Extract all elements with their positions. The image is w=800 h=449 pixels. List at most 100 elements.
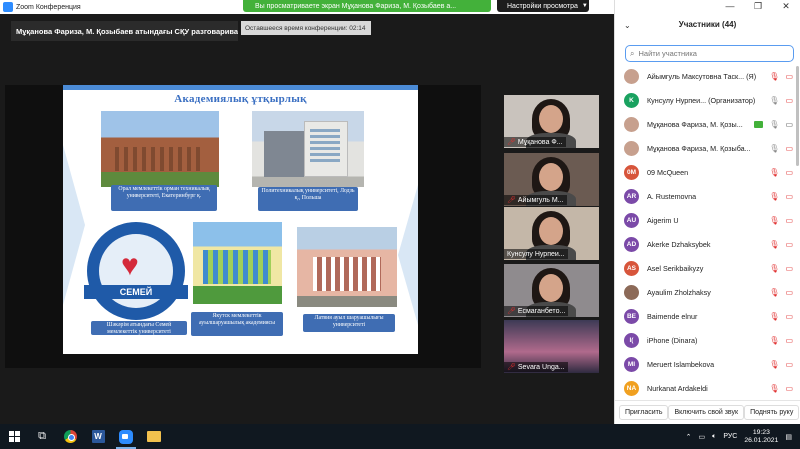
raise-hand-button[interactable]: Поднять руку: [744, 405, 800, 420]
participant-row[interactable]: MI Meruert Islambekova 🎙︎ ▭: [615, 352, 800, 376]
chrome-taskbar-button[interactable]: [56, 424, 84, 449]
participant-row[interactable]: AS Asel Serikbaikyzy 🎙︎ ▭: [615, 256, 800, 280]
thumbnail-name: 🎤︎ Есмаганбето...: [504, 306, 569, 316]
slide-caption: Латвия ауыл шаруашылығы университеті: [303, 314, 395, 332]
active-speaker-label: Мұқанова Фариза, М. Қозыбаев атындағы СҚ…: [11, 21, 238, 41]
video-thumbnail[interactable]: 🎤︎ Айымгуль М...: [504, 153, 599, 206]
maximize-icon[interactable]: ❐: [744, 0, 772, 14]
unmute-button[interactable]: Включить свой звук: [668, 405, 745, 420]
participant-row[interactable]: AD Akerke Dzhaksybek 🎙︎ ▭: [615, 232, 800, 256]
taskbar: ⧉ W ⌃ ▭ 🔈︎ РУС 19:23 26.01.2021 ▤: [0, 424, 800, 449]
participant-name: Aigerim U: [647, 215, 679, 225]
close-icon[interactable]: ✕: [772, 0, 800, 14]
participant-row[interactable]: 0M 09 McQueen 🎙︎ ▭: [615, 160, 800, 184]
participant-name: iPhone (Dinara): [647, 335, 698, 345]
participant-row[interactable]: Мұқанова Фариза, М. Қозы... 🎙︎ ▭: [615, 112, 800, 136]
mic-muted-icon: 🎤︎: [507, 308, 516, 315]
clock[interactable]: 19:23 26.01.2021: [744, 429, 778, 445]
participant-name: 09 McQueen: [647, 167, 689, 177]
camera-off-icon: ▭: [785, 311, 793, 321]
word-icon: W: [91, 430, 105, 443]
view-options-button[interactable]: Настройки просмотра ▼: [497, 0, 589, 12]
volume-icon[interactable]: 🔈︎: [712, 433, 716, 441]
university-photo: [297, 227, 397, 307]
mic-muted-icon: 🎙︎: [769, 239, 780, 249]
avatar: [624, 68, 639, 84]
view-options-label: Настройки просмотра: [507, 2, 578, 10]
video-thumbnail[interactable]: Кунсулу Нурпеи...: [504, 207, 599, 260]
avatar: AU: [624, 212, 639, 228]
participant-name: Айымгуль Максутовна Таск... (Я): [647, 71, 757, 81]
participant-row[interactable]: Мұқанова Фариза, М. Қозыба... 🎙︎ ▭: [615, 136, 800, 160]
participant-name: Asel Serikbaikyzy: [647, 263, 704, 273]
chevron-up-icon[interactable]: ⌃: [686, 433, 692, 441]
participant-row[interactable]: BE Baimende elnur 🎙︎ ▭: [615, 304, 800, 328]
mic-muted-icon: 🎙︎: [769, 335, 780, 345]
task-view-button[interactable]: ⧉: [28, 424, 56, 449]
notifications-icon[interactable]: ▤: [785, 433, 792, 441]
avatar: [624, 116, 639, 132]
zoom-taskbar-button[interactable]: [112, 424, 140, 449]
participant-row[interactable]: Ayaulim Zholzhaksy 🎙︎ ▭: [615, 280, 800, 304]
participant-row[interactable]: I(iPhone (Dinara) 🎙︎ ▭: [615, 328, 800, 352]
university-photo: [252, 111, 364, 187]
avatar: AR: [624, 188, 639, 204]
thumbnail-name: 🎤︎ Мұқанова Ф...: [504, 137, 566, 147]
slide-caption: Орал мемлекеттік орман техникалық универ…: [111, 185, 217, 211]
search-input[interactable]: [638, 49, 779, 58]
slide-caption: Политехникалық университеті, Лодзь қ., П…: [258, 187, 358, 211]
system-tray: ⌃ ▭ 🔈︎ РУС 19:23 26.01.2021 ▤: [686, 424, 792, 449]
mic-icon: 🎙︎: [769, 95, 780, 105]
avatar: MI: [624, 356, 639, 372]
window-title: Zoom Конференция: [16, 3, 81, 11]
screen-share-banner: Вы просматриваете экран Мұқанова Фариза,…: [243, 0, 491, 12]
participant-row[interactable]: AU Aigerim U 🎙︎ ▭: [615, 208, 800, 232]
start-button[interactable]: [0, 424, 28, 449]
participant-row[interactable]: AR A. Rustemovna 🎙︎ ▭: [615, 184, 800, 208]
camera-off-icon: ▭: [785, 215, 793, 225]
language-indicator[interactable]: РУС: [723, 433, 737, 440]
task-view-icon: ⧉: [38, 430, 46, 442]
camera-off-icon: ▭: [785, 167, 793, 177]
mic-muted-icon: 🎤︎: [507, 139, 516, 146]
screen-share-icon: [754, 120, 764, 128]
zoom-app-icon: [3, 2, 13, 12]
mic-muted-icon: 🎙︎: [769, 311, 780, 321]
mic-muted-icon: 🎤︎: [507, 364, 516, 371]
heart-icon: ♥: [121, 249, 139, 282]
mic-muted-icon: 🎙︎: [769, 71, 780, 81]
scrollbar[interactable]: [796, 66, 799, 166]
explorer-taskbar-button[interactable]: [140, 424, 168, 449]
participant-search[interactable]: ⌕: [625, 45, 794, 62]
mic-muted-icon: 🎙︎: [769, 287, 780, 297]
camera-off-icon: ▭: [785, 335, 793, 345]
video-thumbnail[interactable]: 🎤︎ Мұқанова Ф...: [504, 95, 599, 148]
participant-row[interactable]: Айымгуль Максутовна Таск... (Я) 🎙︎ ▭: [615, 64, 800, 88]
camera-off-icon: ▭: [785, 191, 793, 201]
camera-off-icon: ▭: [785, 71, 793, 81]
participant-row[interactable]: NA Nurkanat Ardakeldi 🎙︎ ▭: [615, 376, 800, 398]
participant-row[interactable]: K Кунсулу Нурпеи... (Организатор) 🎙︎ ▭: [615, 88, 800, 112]
video-thumbnail[interactable]: 🎤︎ Есмаганбето...: [504, 264, 599, 317]
windows-icon: [8, 431, 20, 442]
minimize-icon[interactable]: —: [716, 0, 744, 14]
network-icon[interactable]: ▭: [698, 433, 705, 441]
search-icon: ⌕: [630, 48, 635, 58]
slide-caption: Шәкәрім атындағы Семей мемлекеттік униве…: [91, 321, 187, 335]
participant-name: Baimende elnur: [647, 311, 698, 321]
avatar: BE: [624, 308, 639, 324]
avatar: [624, 284, 639, 300]
invite-button[interactable]: Пригласить: [619, 405, 669, 420]
camera-off-icon: ▭: [785, 95, 793, 105]
participants-title: Участники (44): [678, 20, 737, 29]
participant-name: Meruert Islambekova: [647, 359, 715, 369]
video-thumbnail[interactable]: 🎤︎ Sevara Unga...: [504, 320, 599, 373]
avatar: AS: [624, 260, 639, 276]
camera-icon: ▭: [785, 119, 793, 129]
window-controls: — ❐ ✕: [716, 0, 800, 14]
word-taskbar-button[interactable]: W: [84, 424, 112, 449]
university-logo: ♥ СЕМЕЙ: [84, 222, 188, 320]
avatar: K: [624, 92, 639, 108]
mic-muted-icon: 🎙︎: [769, 167, 780, 177]
participant-name: Akerke Dzhaksybek: [647, 239, 711, 249]
